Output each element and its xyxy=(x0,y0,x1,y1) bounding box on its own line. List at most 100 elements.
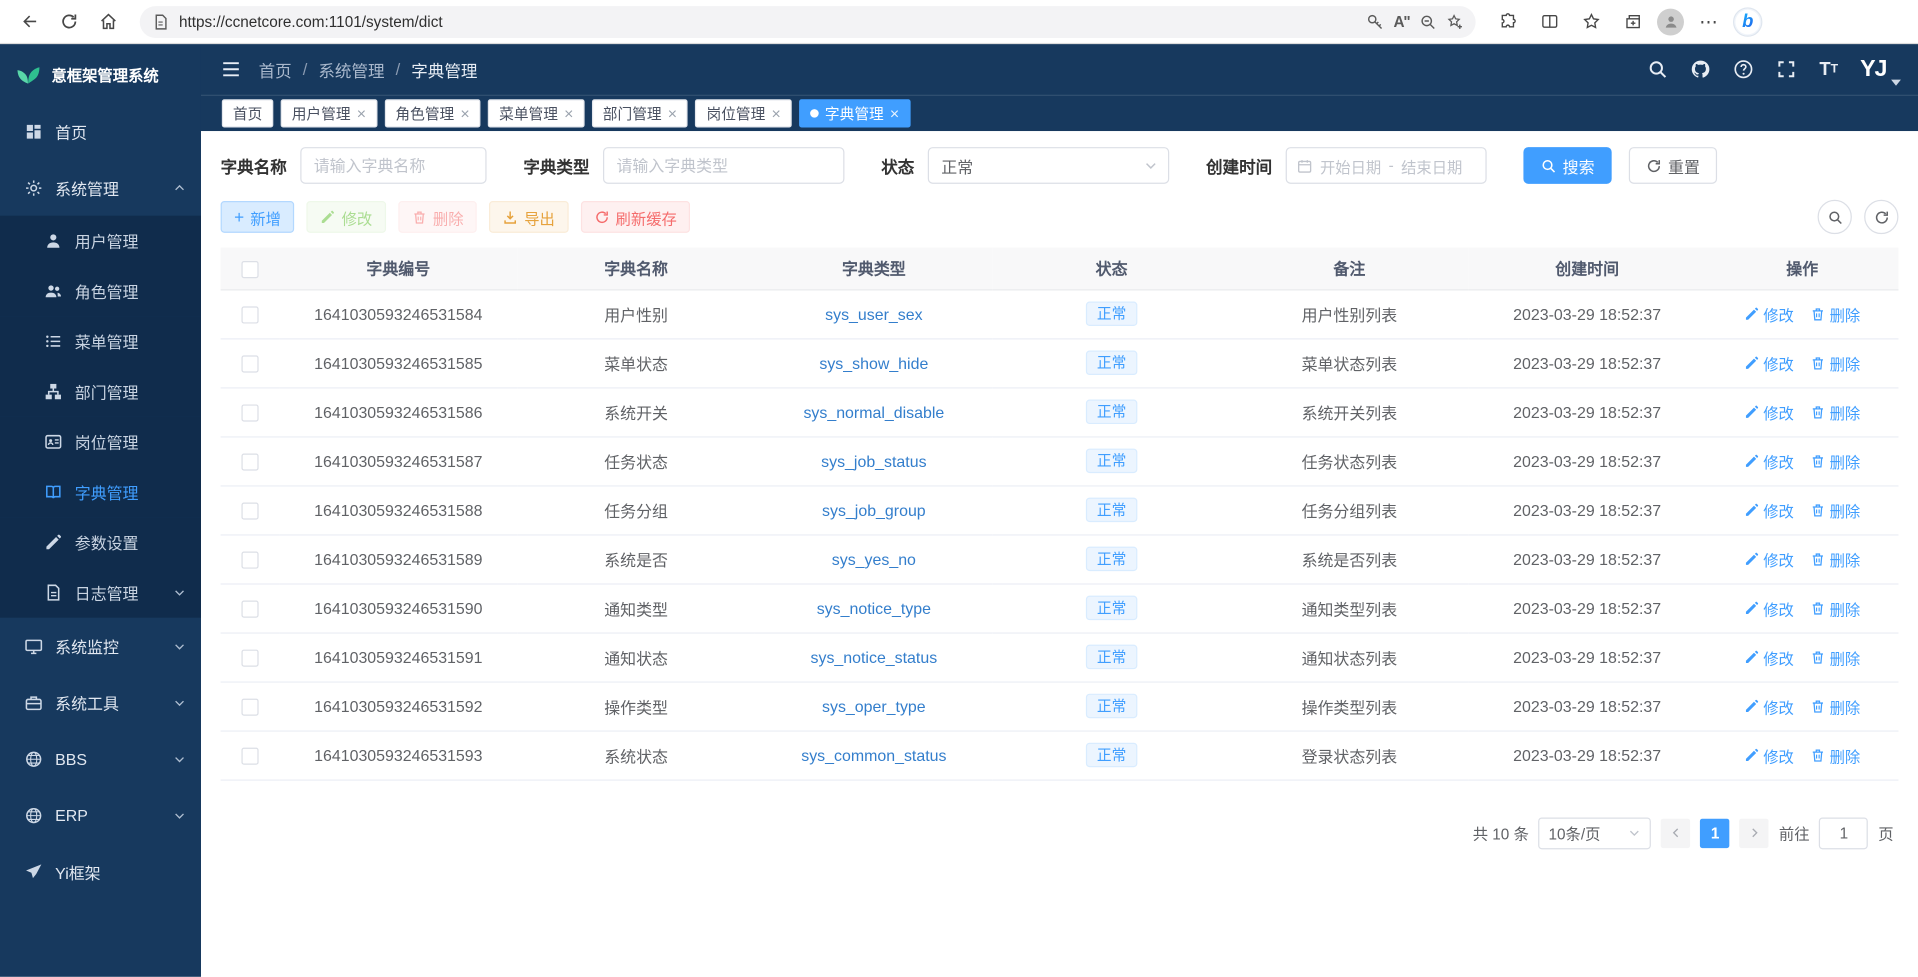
prev-page-button[interactable] xyxy=(1661,818,1690,847)
date-range-picker[interactable]: 开始日期 - 结束日期 xyxy=(1286,147,1487,184)
header-search-icon[interactable] xyxy=(1648,59,1669,80)
browser-home-button[interactable] xyxy=(91,4,125,38)
sidebar-menu-item[interactable]: 日志管理 xyxy=(0,567,201,617)
close-icon[interactable]: × xyxy=(357,105,366,121)
github-icon[interactable] xyxy=(1691,59,1712,80)
export-button[interactable]: 导出 xyxy=(489,201,568,233)
close-icon[interactable]: × xyxy=(890,105,899,121)
row-delete-link[interactable]: 删除 xyxy=(1811,449,1861,472)
row-checkbox[interactable] xyxy=(241,747,258,764)
edit-button[interactable]: 修改 xyxy=(307,201,386,233)
refresh-cache-button[interactable]: 刷新缓存 xyxy=(581,201,691,233)
row-checkbox[interactable] xyxy=(241,551,258,568)
dict-type-link[interactable]: sys_normal_disable xyxy=(803,403,944,421)
sidebar-menu-item[interactable]: ERP xyxy=(0,787,201,843)
key-icon[interactable] xyxy=(1367,13,1384,30)
browser-back-button[interactable] xyxy=(12,4,46,38)
split-screen-icon[interactable] xyxy=(1532,4,1566,38)
delete-button[interactable]: 删除 xyxy=(398,201,477,233)
row-checkbox[interactable] xyxy=(241,649,258,666)
row-delete-link[interactable]: 删除 xyxy=(1811,694,1861,717)
zoom-out-icon[interactable] xyxy=(1419,13,1436,30)
status-select[interactable]: 正常 xyxy=(928,147,1169,184)
row-edit-link[interactable]: 修改 xyxy=(1744,449,1794,472)
toggle-search-button[interactable] xyxy=(1818,200,1852,234)
search-button[interactable]: 搜索 xyxy=(1523,147,1611,184)
url-text[interactable]: https://ccnetcore.com:1101/system/dict xyxy=(179,13,1357,30)
sidebar-menu-item[interactable]: 系统监控 xyxy=(0,618,201,674)
add-button[interactable]: + 新增 xyxy=(221,201,295,233)
tag-tab[interactable]: 首页 xyxy=(222,99,273,127)
row-edit-link[interactable]: 修改 xyxy=(1744,694,1794,717)
dict-type-input[interactable] xyxy=(603,147,844,184)
read-aloud-icon[interactable]: Aʺ xyxy=(1394,13,1410,30)
sidebar-menu-item[interactable]: 系统管理 xyxy=(0,159,201,215)
browser-refresh-button[interactable] xyxy=(51,4,85,38)
close-icon[interactable]: × xyxy=(460,105,469,121)
row-edit-link[interactable]: 修改 xyxy=(1744,302,1794,325)
dict-name-input[interactable] xyxy=(300,147,486,184)
next-page-button[interactable] xyxy=(1740,818,1769,847)
row-edit-link[interactable]: 修改 xyxy=(1744,498,1794,521)
row-checkbox[interactable] xyxy=(241,404,258,421)
row-edit-link[interactable]: 修改 xyxy=(1744,596,1794,619)
select-all-checkbox[interactable] xyxy=(241,260,258,277)
sidebar-menu-item[interactable]: 参数设置 xyxy=(0,517,201,567)
breadcrumb-system[interactable]: 系统管理 xyxy=(318,57,384,82)
page-size-select[interactable]: 10条/页 xyxy=(1539,817,1652,849)
close-icon[interactable]: × xyxy=(564,105,573,121)
sidebar-menu-item[interactable]: 岗位管理 xyxy=(0,417,201,467)
sidebar-menu-item[interactable]: 菜单管理 xyxy=(0,316,201,366)
dict-type-link[interactable]: sys_show_hide xyxy=(819,354,928,372)
copilot-icon[interactable]: b xyxy=(1733,7,1762,36)
tag-tab[interactable]: 角色管理 × xyxy=(384,99,480,127)
dict-type-link[interactable]: sys_job_status xyxy=(821,452,926,470)
close-icon[interactable]: × xyxy=(668,105,677,121)
row-edit-link[interactable]: 修改 xyxy=(1744,351,1794,374)
row-edit-link[interactable]: 修改 xyxy=(1744,645,1794,668)
goto-page-input[interactable] xyxy=(1819,817,1868,849)
sidebar-menu-item[interactable]: 字典管理 xyxy=(0,467,201,517)
current-page-button[interactable]: 1 xyxy=(1700,818,1729,847)
tag-tab[interactable]: 岗位管理 × xyxy=(695,99,791,127)
collections-icon[interactable] xyxy=(1615,4,1649,38)
sidebar-menu-item[interactable]: Yi框架 xyxy=(0,843,201,899)
dict-type-link[interactable]: sys_oper_type xyxy=(822,697,926,715)
tag-tab[interactable]: 部门管理 × xyxy=(592,99,688,127)
sidebar-menu-item[interactable]: 角色管理 xyxy=(0,266,201,316)
row-edit-link[interactable]: 修改 xyxy=(1744,400,1794,423)
dict-type-link[interactable]: sys_common_status xyxy=(801,746,946,764)
reset-button[interactable]: 重置 xyxy=(1629,147,1717,184)
add-favorite-icon[interactable] xyxy=(1446,13,1463,30)
font-size-icon[interactable]: TT xyxy=(1819,60,1838,78)
row-delete-link[interactable]: 删除 xyxy=(1811,302,1861,325)
row-checkbox[interactable] xyxy=(241,453,258,470)
browser-profile-avatar[interactable] xyxy=(1657,8,1684,35)
help-icon[interactable] xyxy=(1734,59,1755,80)
row-delete-link[interactable]: 删除 xyxy=(1811,400,1861,423)
row-delete-link[interactable]: 删除 xyxy=(1811,547,1861,570)
sidebar-menu-item[interactable]: 首页 xyxy=(0,103,201,159)
row-checkbox[interactable] xyxy=(241,502,258,519)
row-checkbox[interactable] xyxy=(241,306,258,323)
sidebar-toggle-icon[interactable] xyxy=(221,59,242,80)
row-delete-link[interactable]: 删除 xyxy=(1811,743,1861,766)
breadcrumb-home[interactable]: 首页 xyxy=(259,57,292,82)
dict-type-link[interactable]: sys_notice_status xyxy=(811,648,938,666)
favorites-icon[interactable] xyxy=(1574,4,1608,38)
fullscreen-icon[interactable] xyxy=(1776,59,1797,80)
dict-type-link[interactable]: sys_job_group xyxy=(822,501,926,519)
row-delete-link[interactable]: 删除 xyxy=(1811,351,1861,374)
row-delete-link[interactable]: 删除 xyxy=(1811,645,1861,668)
browser-menu-icon[interactable]: ⋯ xyxy=(1691,4,1725,38)
row-checkbox[interactable] xyxy=(241,698,258,715)
tag-tab[interactable]: 用户管理 × xyxy=(281,99,377,127)
user-avatar[interactable]: YJ xyxy=(1860,56,1898,83)
dict-type-link[interactable]: sys_notice_type xyxy=(817,599,931,617)
sidebar-menu-item[interactable]: BBS xyxy=(0,730,201,786)
row-checkbox[interactable] xyxy=(241,355,258,372)
dict-type-link[interactable]: sys_user_sex xyxy=(825,305,922,323)
row-delete-link[interactable]: 删除 xyxy=(1811,596,1861,619)
row-checkbox[interactable] xyxy=(241,600,258,617)
tag-tab[interactable]: 字典管理 × xyxy=(799,99,910,127)
